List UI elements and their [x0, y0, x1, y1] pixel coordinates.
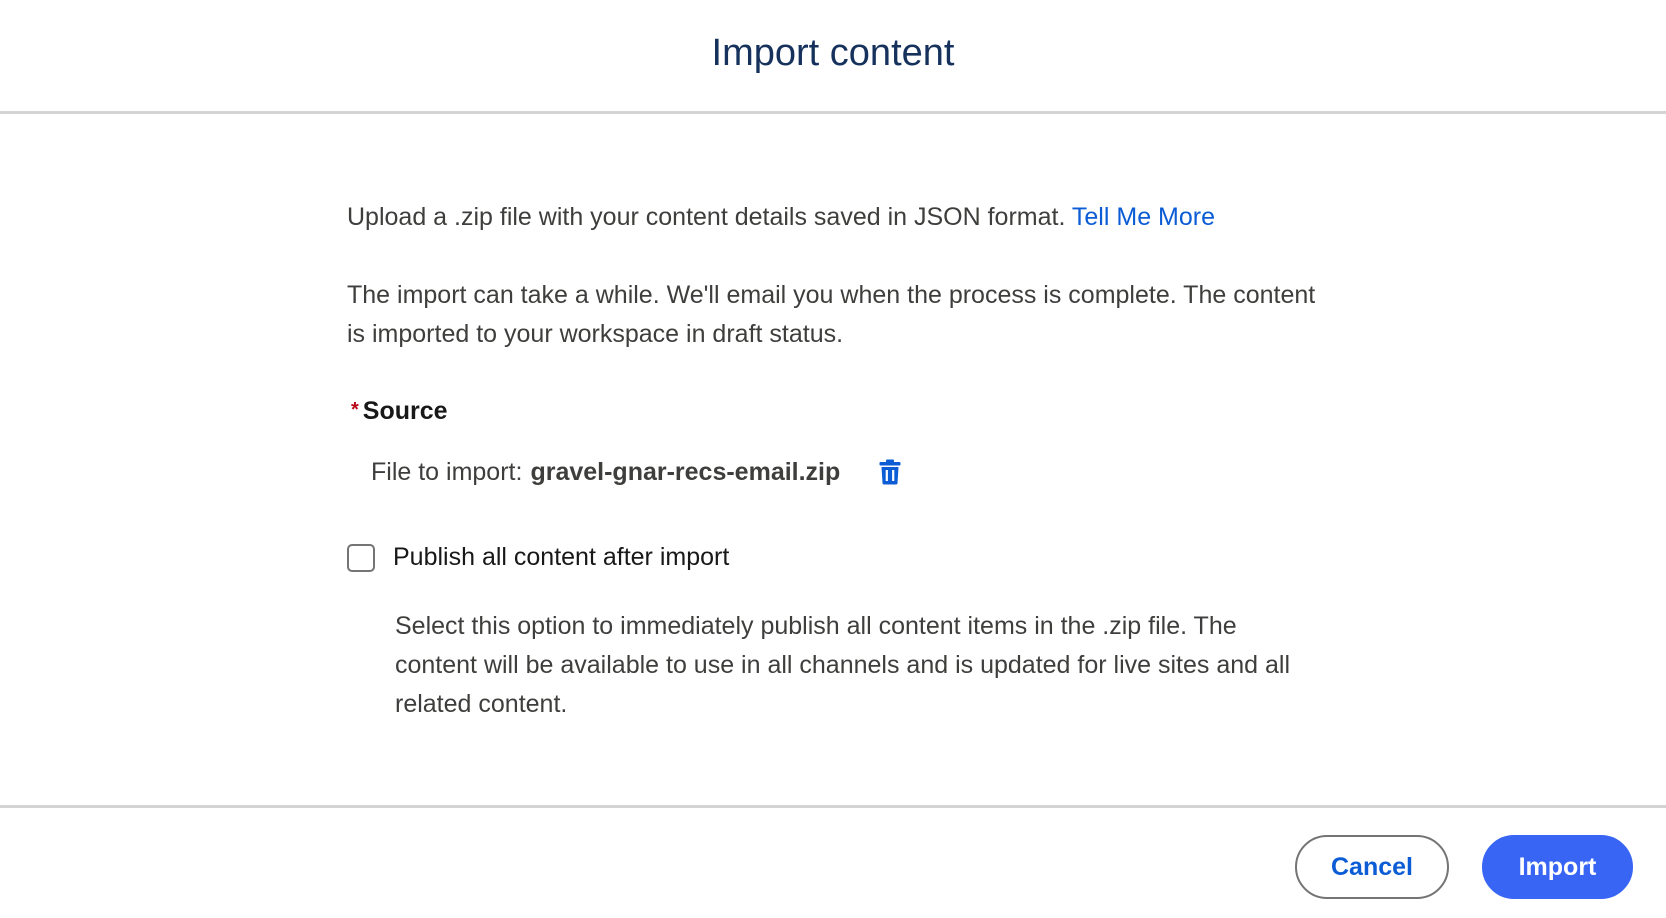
source-label-text: Source [362, 397, 448, 425]
publish-all-label[interactable]: Publish all content after import [393, 543, 729, 572]
modal-title: Import content [711, 32, 955, 74]
file-to-import: File to import: gravel-gnar-recs-email.z… [371, 456, 906, 488]
intro-description: Upload a .zip file with your content det… [347, 203, 1066, 231]
intro-text: Upload a .zip file with your content det… [347, 198, 1327, 237]
import-content-modal: Import content Upload a .zip file with y… [0, 0, 1666, 918]
source-label: * Source [351, 397, 448, 426]
file-prefix: File to import: [371, 457, 523, 486]
import-button[interactable]: Import [1482, 835, 1633, 899]
modal-footer: Cancel Import [0, 805, 1666, 918]
required-marker: * [351, 399, 359, 421]
delete-file-button[interactable] [874, 456, 906, 488]
modal-header: Import content [0, 0, 1666, 114]
trash-icon [879, 459, 901, 485]
publish-option: Publish all content after import [347, 543, 729, 572]
tell-me-more-link[interactable]: Tell Me More [1072, 203, 1215, 231]
import-note: The import can take a while. We'll email… [347, 281, 1316, 348]
file-name: gravel-gnar-recs-email.zip [530, 457, 841, 486]
cancel-button[interactable]: Cancel [1295, 835, 1449, 899]
publish-all-checkbox[interactable] [347, 543, 375, 572]
publish-help-text: Select this option to immediately publis… [395, 612, 1290, 718]
